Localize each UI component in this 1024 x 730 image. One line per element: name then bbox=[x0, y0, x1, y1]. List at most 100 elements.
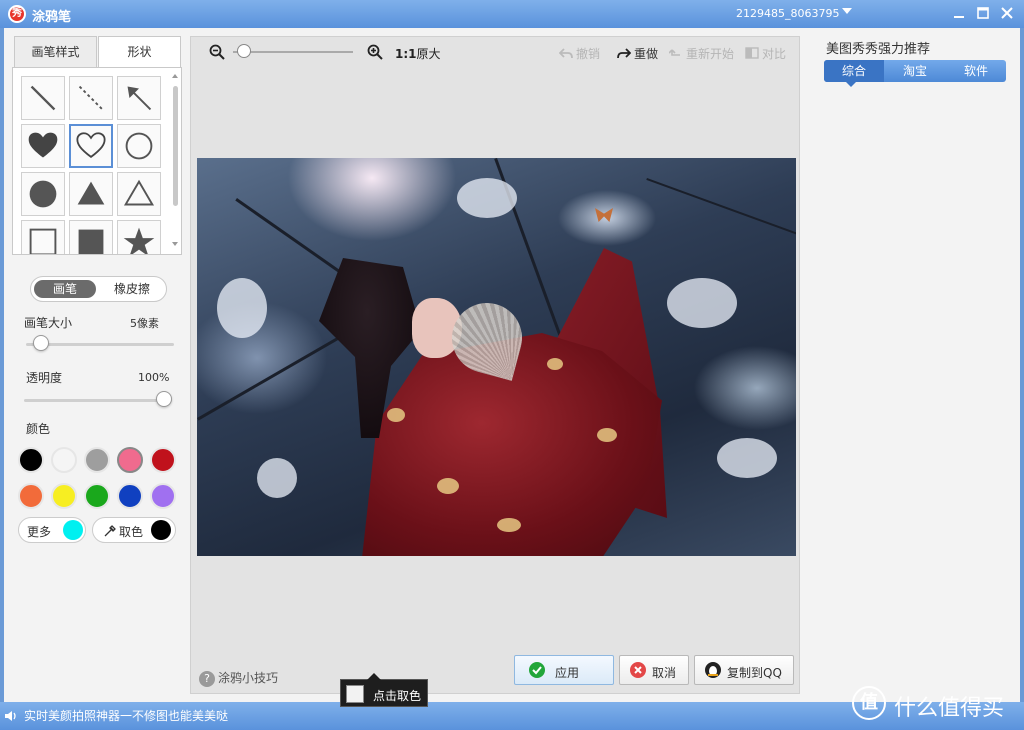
more-colors-button[interactable]: 更多 bbox=[18, 517, 86, 543]
status-message[interactable]: 实时美颜拍照神器一不修图也能美美哒 bbox=[24, 707, 228, 724]
recommend-title: 美图秀秀强力推荐 bbox=[826, 42, 931, 57]
tooltip-arrow bbox=[367, 673, 381, 680]
ratio-label: 原大 bbox=[416, 47, 441, 61]
opacity-slider-knob[interactable] bbox=[156, 391, 172, 407]
apply-label: 应用 bbox=[555, 666, 580, 680]
heart-filled-icon[interactable] bbox=[21, 124, 65, 168]
recommend-tabs: 综合 淘宝 软件 bbox=[824, 60, 1006, 82]
brush-eraser-toggle: 画笔 橡皮擦 bbox=[30, 276, 167, 302]
cancel-icon bbox=[630, 662, 646, 678]
color-swatch[interactable] bbox=[117, 447, 143, 473]
triangle-filled-icon[interactable] bbox=[69, 172, 113, 216]
tooltip-text: 点击取色 bbox=[373, 689, 422, 703]
scroll-thumb[interactable] bbox=[173, 86, 178, 206]
tips-label: 涂鸦小技巧 bbox=[218, 671, 279, 685]
user-dropdown-icon[interactable] bbox=[842, 8, 852, 14]
copy-to-qq-button[interactable]: 复制到QQ bbox=[694, 655, 794, 685]
scroll-down-icon[interactable] bbox=[172, 242, 178, 246]
circle-filled-icon[interactable] bbox=[21, 172, 65, 216]
tab-shape[interactable]: 形状 bbox=[98, 36, 181, 68]
watermark-logo-icon: 值 bbox=[852, 686, 886, 720]
brush-size-slider-knob[interactable] bbox=[32, 335, 49, 351]
photo-embroidery bbox=[547, 358, 563, 370]
photo-embroidery bbox=[597, 428, 617, 442]
color-swatch[interactable] bbox=[51, 447, 77, 473]
photo-branch bbox=[646, 178, 796, 242]
user-id: 2129485_8063795 bbox=[736, 7, 840, 20]
photo-blossom bbox=[257, 458, 297, 498]
shape-scrollbar[interactable] bbox=[171, 72, 179, 252]
restart-icon bbox=[669, 49, 680, 56]
color-pick-tooltip: 点击取色 bbox=[340, 673, 428, 707]
zoom-slider[interactable] bbox=[233, 51, 353, 53]
color-swatch[interactable] bbox=[84, 483, 110, 509]
opacity-slider[interactable] bbox=[24, 399, 172, 402]
circle-outline-icon[interactable] bbox=[117, 124, 161, 168]
star-filled-icon[interactable] bbox=[117, 220, 161, 254]
color-picker-label: 取色 bbox=[119, 525, 144, 539]
brush-mode-button[interactable]: 画笔 bbox=[34, 280, 96, 298]
photo-blossom bbox=[217, 278, 267, 338]
minimize-icon[interactable] bbox=[952, 6, 966, 20]
color-swatch[interactable] bbox=[84, 447, 110, 473]
heart-outline-icon[interactable] bbox=[69, 124, 113, 168]
tab-general[interactable]: 综合 bbox=[824, 60, 884, 82]
square-outline-icon[interactable] bbox=[21, 220, 65, 254]
undo-icon bbox=[559, 48, 573, 59]
photo-embroidery bbox=[387, 408, 405, 422]
arrow-icon[interactable] bbox=[117, 76, 161, 120]
undo-button[interactable]: 撤销 bbox=[559, 45, 600, 62]
apply-button[interactable]: 应用 bbox=[514, 655, 614, 685]
check-icon bbox=[529, 662, 545, 678]
line-icon[interactable] bbox=[21, 76, 65, 120]
dashed-line-icon[interactable] bbox=[69, 76, 113, 120]
cancel-button[interactable]: 取消 bbox=[619, 655, 689, 685]
actual-size-button[interactable]: 1:1原大 bbox=[395, 45, 441, 62]
restart-button[interactable]: 重新开始 bbox=[669, 45, 734, 62]
color-swatch[interactable] bbox=[150, 483, 176, 509]
eyedropper-icon bbox=[104, 525, 116, 537]
doodle-tips-link[interactable]: ? 涂鸦小技巧 bbox=[199, 669, 278, 687]
copy-to-qq-label: 复制到QQ bbox=[727, 666, 782, 680]
compare-button[interactable]: 对比 bbox=[745, 45, 786, 62]
tab-taobao[interactable]: 淘宝 bbox=[885, 60, 945, 82]
tab-software[interactable]: 软件 bbox=[946, 60, 1006, 82]
picker-color-dot bbox=[151, 520, 171, 540]
zoom-out-icon[interactable] bbox=[209, 44, 225, 60]
color-swatch[interactable] bbox=[150, 447, 176, 473]
title-bar: 秀 涂鸦笔 2129485_8063795 bbox=[0, 0, 1024, 28]
triangle-outline-icon[interactable] bbox=[117, 172, 161, 216]
colors-label: 颜色 bbox=[26, 422, 51, 436]
brush-size-value: 5像素 bbox=[130, 317, 159, 330]
app-logo-icon: 秀 bbox=[8, 5, 26, 23]
maximize-icon[interactable] bbox=[976, 6, 990, 20]
color-swatch[interactable] bbox=[51, 483, 77, 509]
canvas-panel: 1:1原大 撤销 重做 重新开始 对比 ? 涂鸦小技巧 应用 取消 复制到QQ bbox=[190, 36, 800, 694]
right-panel: 美图秀秀强力推荐 综合 淘宝 软件 bbox=[822, 36, 1012, 696]
eraser-mode-button[interactable]: 橡皮擦 bbox=[101, 280, 163, 298]
scroll-up-icon[interactable] bbox=[172, 74, 178, 78]
left-panel: 画笔样式 形状 画笔 橡皮擦 画笔大小 5像素 透明度 100% 颜色 更多 取… bbox=[10, 36, 184, 696]
square-filled-icon[interactable] bbox=[69, 220, 113, 254]
canvas-photo[interactable] bbox=[197, 158, 796, 556]
close-icon[interactable] bbox=[1000, 6, 1014, 20]
shape-grid bbox=[12, 67, 182, 255]
active-tab-pointer bbox=[846, 82, 856, 87]
color-swatch[interactable] bbox=[117, 483, 143, 509]
redo-button[interactable]: 重做 bbox=[617, 45, 658, 62]
photo-blossom bbox=[457, 178, 517, 218]
tab-brush-style[interactable]: 画笔样式 bbox=[14, 36, 97, 68]
main-window: 画笔样式 形状 画笔 橡皮擦 画笔大小 5像素 透明度 100% 颜色 更多 取… bbox=[4, 28, 1020, 702]
color-swatch[interactable] bbox=[18, 483, 44, 509]
speaker-icon[interactable] bbox=[4, 709, 18, 723]
zoom-in-icon[interactable] bbox=[367, 44, 383, 60]
photo-blossom bbox=[717, 438, 777, 478]
restart-label: 重新开始 bbox=[686, 47, 735, 61]
brush-size-label: 画笔大小 bbox=[24, 316, 73, 330]
more-color-dot bbox=[63, 520, 83, 540]
photo-blossom bbox=[667, 278, 737, 328]
ratio-value: 1:1 bbox=[395, 47, 417, 61]
color-picker-button[interactable]: 取色 bbox=[92, 517, 176, 543]
color-swatch[interactable] bbox=[18, 447, 44, 473]
zoom-slider-knob[interactable] bbox=[237, 44, 251, 58]
